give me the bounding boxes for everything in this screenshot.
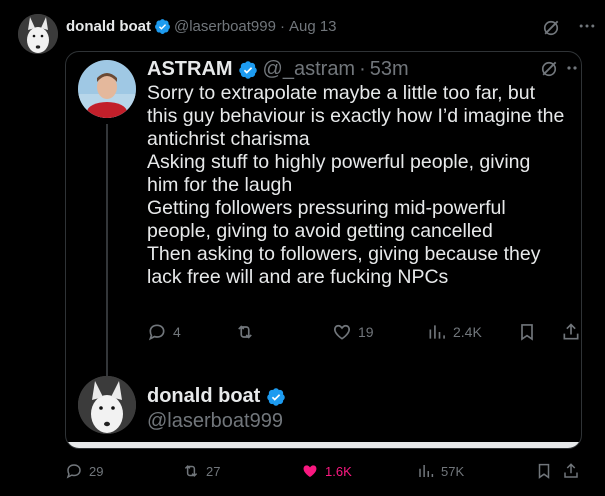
quoted-tweet-card[interactable]: ASTRAM @_astram · 53m Sorry to extrapola… <box>65 51 582 449</box>
separator-dot: · <box>359 58 366 80</box>
quoted-author-row: ASTRAM @_astram · 53m <box>147 58 409 81</box>
separator-dot: · <box>279 18 285 35</box>
reply-icon <box>66 464 81 479</box>
like-count: 1.6K <box>325 463 352 479</box>
bookmark-button[interactable] <box>535 462 553 480</box>
tweet-text-line: antichrist charisma <box>147 128 310 150</box>
share-button[interactable] <box>562 462 580 480</box>
like-button[interactable]: 19 <box>332 322 374 342</box>
reply-button[interactable]: 4 <box>147 322 181 342</box>
share-button[interactable] <box>561 322 581 342</box>
quoted-tweet-text: Sorry to extrapolate maybe a little too … <box>147 82 579 289</box>
like-button[interactable]: 1.6K <box>301 462 352 480</box>
like-count: 19 <box>358 324 374 340</box>
quoted-tweet-time[interactable]: 53m <box>370 58 409 81</box>
more-icon[interactable] <box>577 16 597 36</box>
verified-badge-icon <box>238 60 257 79</box>
bookmark-icon <box>521 324 533 341</box>
dog-avatar-icon <box>18 14 58 54</box>
views-icon <box>429 325 445 339</box>
bookmark-button[interactable] <box>517 322 537 342</box>
outer-tweet-actions: 29 27 1.6K 57K <box>65 462 585 484</box>
bookmark-icon <box>538 463 550 479</box>
dog-avatar-icon <box>78 376 136 434</box>
tweet-text-line: lack free will and are fucking NPCs <box>147 266 449 288</box>
tweet-text-line: Then asking to followers, giving because… <box>147 243 541 265</box>
heart-filled-icon <box>303 465 317 477</box>
grok-icon[interactable] <box>541 18 561 38</box>
reply-author-handle[interactable]: @laserboat999 <box>147 410 283 433</box>
tweet-text-line: people, giving to avoid getting cancelle… <box>147 220 493 242</box>
outer-author-handle[interactable]: @laserboat999 <box>174 18 276 35</box>
grok-icon[interactable] <box>539 59 559 79</box>
quoted-tweet-actions: 4 19 2.4K <box>147 322 581 346</box>
views-button[interactable]: 2.4K <box>427 322 482 342</box>
more-icon[interactable] <box>565 58 579 78</box>
thread-connector-line <box>106 124 108 414</box>
verified-badge-icon <box>267 387 286 406</box>
tweet-text-line: Sorry to extrapolate maybe a little too … <box>147 82 536 104</box>
reply-author-name[interactable]: donald boat <box>147 385 260 408</box>
repost-icon <box>238 325 252 339</box>
donald-boat-avatar[interactable] <box>18 14 58 54</box>
reply-count: 4 <box>173 324 181 340</box>
reply-count: 29 <box>89 463 104 479</box>
astram-avatar[interactable] <box>78 60 136 118</box>
reply-button[interactable]: 29 <box>65 462 103 480</box>
share-icon <box>564 463 578 478</box>
views-count: 57K <box>441 463 465 479</box>
outer-tweet-date[interactable]: Aug 13 <box>289 18 337 35</box>
person-avatar-icon <box>78 60 136 118</box>
heart-icon <box>334 324 350 340</box>
views-icon <box>419 465 434 477</box>
views-count: 2.4K <box>453 324 482 340</box>
outer-author-row: donald boat @laserboat999 · Aug 13 <box>66 18 337 35</box>
repost-button[interactable] <box>235 322 261 342</box>
tweet-text-line: this guy behaviour is exactly how I’d im… <box>147 105 565 127</box>
tweet-text-line: Asking stuff to highly powerful people, … <box>147 151 531 173</box>
outer-author-name[interactable]: donald boat <box>66 18 151 35</box>
views-button[interactable]: 57K <box>417 462 464 480</box>
verified-badge-icon <box>155 19 170 34</box>
tweet-text-line: him for the laugh <box>147 174 293 196</box>
quoted-author-handle[interactable]: @_astram <box>263 58 356 81</box>
donald-boat-avatar[interactable] <box>78 376 136 434</box>
share-icon <box>563 323 579 340</box>
repost-icon <box>184 465 198 477</box>
tweet-text-line: Getting followers pressuring mid-powerfu… <box>147 197 506 219</box>
card-bottom-edge <box>66 442 581 448</box>
reply-icon <box>148 324 165 341</box>
repost-count: 27 <box>206 463 221 479</box>
repost-button[interactable]: 27 <box>182 462 220 480</box>
quoted-author-name[interactable]: ASTRAM <box>147 58 233 81</box>
reply-author-row: donald boat <box>147 385 289 408</box>
